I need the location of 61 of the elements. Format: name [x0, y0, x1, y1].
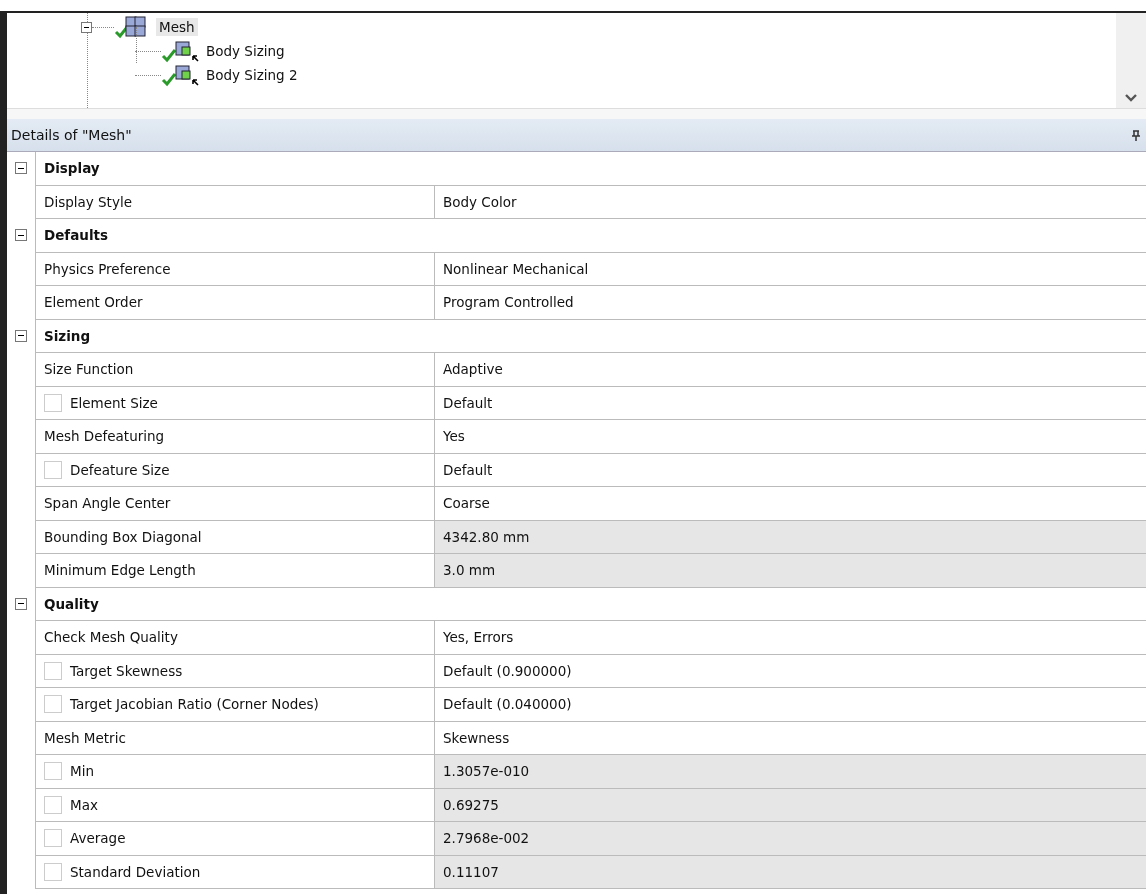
- property-name: Max: [70, 796, 98, 813]
- property-value: 2.7968e-002: [434, 822, 1146, 856]
- checkbox[interactable]: [44, 829, 62, 848]
- property-name: Defeature Size: [70, 461, 170, 478]
- property-value: 4342.80 mm: [434, 520, 1146, 554]
- splitter-bar[interactable]: [7, 109, 1146, 119]
- checkbox[interactable]: [44, 695, 62, 714]
- pin-icon[interactable]: [1132, 129, 1140, 141]
- property-value[interactable]: Program Controlled: [434, 286, 1146, 320]
- property-name: Average: [70, 830, 126, 847]
- collapse-toggle[interactable]: [15, 229, 27, 242]
- property-name: Target Skewness: [70, 662, 183, 679]
- property-name: Mesh Defeaturing: [44, 428, 165, 445]
- property-value[interactable]: Body Color: [434, 185, 1146, 219]
- property-value: 3.0 mm: [434, 554, 1146, 588]
- group-header[interactable]: Quality: [35, 587, 1146, 621]
- property-value: 1.3057e-010: [434, 755, 1146, 789]
- property-name: Element Size: [70, 394, 158, 411]
- property-name: Min: [70, 763, 94, 780]
- scroll-down-icon[interactable]: [1125, 94, 1137, 102]
- property-value[interactable]: Yes: [434, 420, 1146, 454]
- property-value: 0.69275: [434, 788, 1146, 822]
- tree-item[interactable]: Body Sizing 2: [203, 66, 301, 84]
- property-name: Minimum Edge Length: [44, 562, 196, 579]
- property-name: Mesh Metric: [44, 729, 126, 746]
- group-header[interactable]: Display: [35, 152, 1146, 186]
- property-value[interactable]: Nonlinear Mechanical: [434, 252, 1146, 286]
- property-name: Physics Preference: [44, 260, 171, 277]
- property-value[interactable]: Default: [434, 386, 1146, 420]
- property-value: 0.11107: [434, 855, 1146, 889]
- collapse-toggle[interactable]: [15, 329, 27, 342]
- property-name: Display Style: [44, 193, 132, 210]
- property-value[interactable]: Default: [434, 453, 1146, 487]
- property-name: Check Mesh Quality: [44, 629, 178, 646]
- checkbox[interactable]: [44, 393, 62, 412]
- property-value[interactable]: Default (0.040000): [434, 688, 1146, 722]
- collapse-toggle[interactable]: [15, 162, 27, 175]
- property-name: Span Angle Center: [44, 495, 171, 512]
- property-value[interactable]: Adaptive: [434, 353, 1146, 387]
- panel-title: Details of "Mesh": [11, 127, 132, 143]
- property-name: Standard Deviation: [70, 863, 201, 880]
- property-name: Element Order: [44, 294, 143, 311]
- property-name: Bounding Box Diagonal: [44, 528, 202, 545]
- property-name: Size Function: [44, 361, 134, 378]
- property-value[interactable]: Default (0.900000): [434, 654, 1146, 688]
- group-header[interactable]: Defaults: [35, 219, 1146, 253]
- tree-item[interactable]: Mesh: [156, 18, 198, 36]
- property-name: Target Jacobian Ratio (Corner Nodes): [70, 696, 319, 713]
- collapse-toggle[interactable]: [81, 21, 92, 33]
- checkbox[interactable]: [44, 661, 62, 680]
- group-header[interactable]: Sizing: [35, 319, 1146, 353]
- checked-cube-icon: [161, 63, 201, 87]
- collapse-toggle[interactable]: [15, 597, 27, 610]
- checkbox[interactable]: [44, 460, 62, 479]
- property-value[interactable]: Yes, Errors: [434, 621, 1146, 655]
- checkbox[interactable]: [44, 795, 62, 814]
- property-value[interactable]: Coarse: [434, 487, 1146, 521]
- tree-item[interactable]: Body Sizing: [203, 42, 288, 60]
- checked-cube-icon: [161, 39, 201, 63]
- checkbox[interactable]: [44, 762, 62, 781]
- checkbox[interactable]: [44, 862, 62, 881]
